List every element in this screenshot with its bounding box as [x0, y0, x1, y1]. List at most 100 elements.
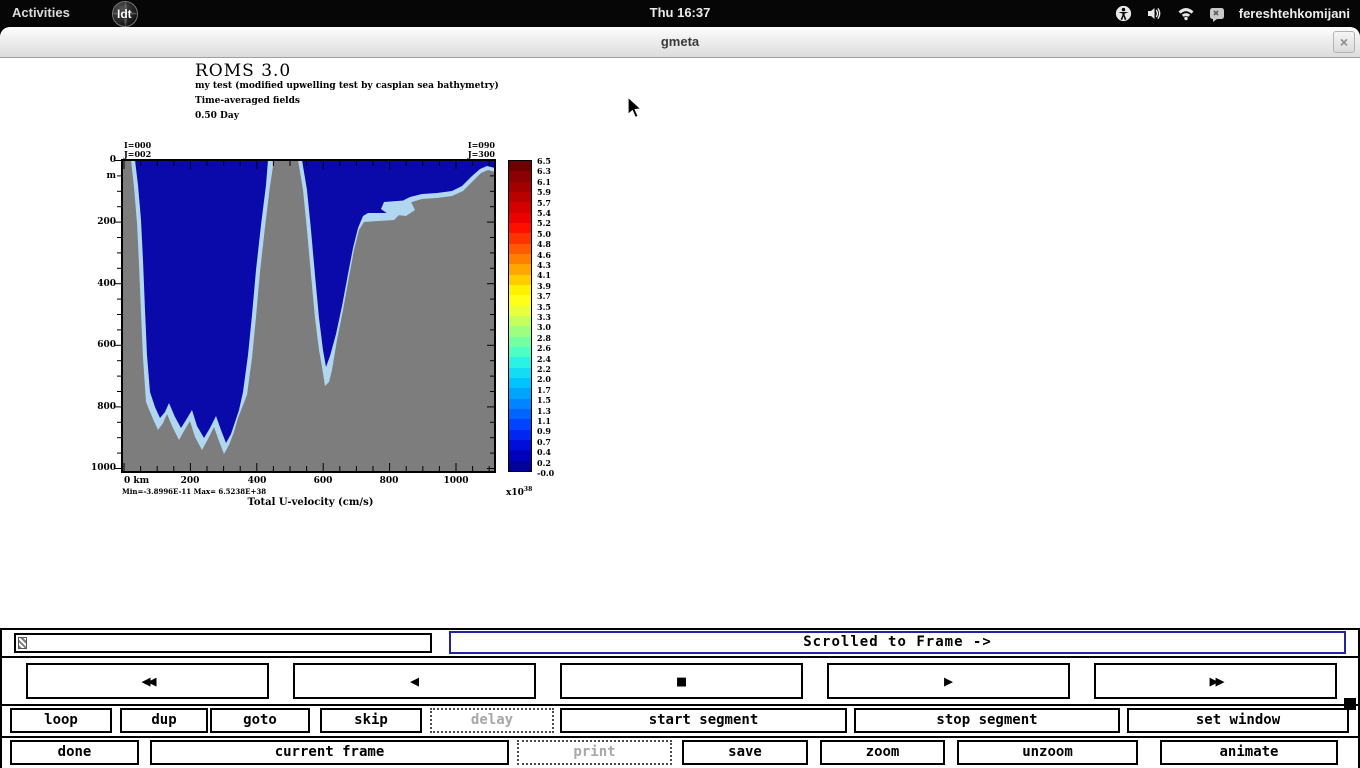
wifi-icon[interactable] [1177, 6, 1195, 21]
y-axis-tick-label: 800 [84, 402, 116, 412]
set-window-button[interactable]: set window [1127, 708, 1349, 733]
step-forward-button[interactable]: ▶ [827, 663, 1070, 699]
colorbar-tick-label: 6.5 [537, 156, 551, 166]
loop-button[interactable]: loop [10, 708, 112, 733]
colorbar-cell [509, 244, 531, 254]
frame-scrollbar[interactable] [14, 633, 432, 653]
gmeta-window: gmeta × ROMS 3.0 my test (modified upwel… [0, 27, 1360, 768]
done-button[interactable]: done [10, 740, 139, 765]
rewind-button[interactable]: ◀◀ [26, 663, 269, 699]
volume-icon[interactable] [1146, 5, 1163, 22]
colorbar-tick-label: 2.8 [537, 333, 551, 343]
colorbar-cell [509, 295, 531, 305]
zoom-button[interactable]: zoom [820, 740, 945, 765]
y-axis-tick-label: 600 [84, 340, 116, 350]
colorbar-tick-label: 4.6 [537, 250, 551, 260]
print-button: print [517, 740, 672, 765]
colorbar-tick-label: 2.2 [537, 364, 551, 374]
plot-fields-line: Time-averaged fields [195, 96, 300, 106]
colorbar-cell [509, 161, 531, 171]
colorbar-cell [509, 419, 531, 429]
current-frame-button[interactable]: current frame [150, 740, 509, 765]
colorbar-tick-label: 0.2 [537, 458, 551, 468]
colorbar-cell [509, 368, 531, 378]
colorbar-cell [509, 388, 531, 398]
colorbar-cell [509, 285, 531, 295]
x-axis-tick-label: 1000 [436, 476, 476, 486]
colorbar-cell [509, 223, 531, 233]
delay-button: delay [430, 708, 554, 733]
stop-button[interactable]: ■ [560, 663, 803, 699]
y-axis-tick-label: 400 [84, 279, 116, 289]
corner-label-top-left: I=000 J=002 [124, 141, 151, 159]
username[interactable]: fereshtehkomijani [1239, 6, 1350, 21]
colorbar-cell [509, 409, 531, 419]
colorbar-tick-label: 5.0 [537, 229, 551, 239]
colorbar-cell [509, 275, 531, 285]
colorbar-tick-label: 3.5 [537, 302, 551, 312]
status-row: Scrolled to Frame -> [2, 630, 1358, 656]
fast-forward-icon: ▶▶ [1209, 672, 1221, 690]
chat-icon[interactable] [1209, 6, 1225, 22]
colorbar-tick-label: 0.9 [537, 426, 551, 436]
y-axis-tick-label: 200 [84, 217, 116, 227]
scrollbar-thumb[interactable] [18, 637, 27, 649]
colorbar-tick-label: 6.3 [537, 166, 551, 176]
colorbar [508, 160, 532, 472]
save-button[interactable]: save [682, 740, 808, 765]
colorbar-cell [509, 461, 531, 471]
dup-button[interactable]: dup [120, 708, 208, 733]
colorbar-tick-label: -0.0 [537, 468, 554, 478]
fast-forward-button[interactable]: ▶▶ [1094, 663, 1337, 699]
colorbar-tick-label: 3.3 [537, 312, 551, 322]
window-titlebar[interactable]: gmeta × [0, 27, 1360, 58]
stop-icon: ■ [677, 672, 686, 690]
x-axis-tick-label: 800 [369, 476, 409, 486]
colorbar-cell [509, 337, 531, 347]
colorbar-tick-label: 4.8 [537, 239, 551, 249]
accessibility-icon[interactable] [1115, 5, 1132, 22]
step-back-button[interactable]: ◀ [293, 663, 536, 699]
colorbar-cell [509, 202, 531, 212]
colorbar-cell [509, 316, 531, 326]
status-message: Scrolled to Frame -> [449, 631, 1346, 654]
colorbar-tick-label: 1.5 [537, 395, 551, 405]
segment-controls-row: loopdupgoto skip delaystart segment stop se… [2, 706, 1358, 736]
resize-grip[interactable] [1344, 698, 1356, 710]
unzoom-button[interactable]: unzoom [957, 740, 1138, 765]
step-forward-icon: ▶ [944, 672, 953, 690]
colorbar-cell [509, 440, 531, 450]
colorbar-cell [509, 430, 531, 440]
start-segment-button[interactable]: start segment [560, 708, 847, 733]
window-title: gmeta [0, 34, 1360, 49]
colorbar-cell [509, 326, 531, 336]
colorbar-tick-label: 3.9 [537, 281, 551, 291]
skip-button[interactable]: skip [320, 708, 422, 733]
step-back-icon: ◀ [410, 672, 419, 690]
colorbar-cell [509, 378, 531, 388]
colorbar-tick-label: 1.1 [537, 416, 551, 426]
gnome-top-bar: Activities Idt Thu 16:37 [0, 0, 1360, 27]
colorbar-exponent: x1038 [506, 486, 532, 498]
plot-canvas: ROMS 3.0 my test (modified upwelling tes… [0, 58, 1360, 628]
stop-segment-button[interactable]: stop segment [854, 708, 1120, 733]
system-tray: fereshtehkomijani [1115, 0, 1350, 27]
colorbar-cell [509, 450, 531, 460]
colorbar-cell [509, 399, 531, 409]
colorbar-cell [509, 347, 531, 357]
colorbar-tick-label: 4.3 [537, 260, 551, 270]
colorbar-tick-label: 3.7 [537, 291, 551, 301]
x-axis-tick-label: 0 km [124, 476, 149, 486]
colorbar-tick-label: 1.7 [537, 385, 551, 395]
idt-control-panel: Scrolled to Frame -> ◀◀◀■▶▶▶ loopdupgoto… [0, 628, 1360, 768]
colorbar-cell [509, 264, 531, 274]
colorbar-tick-label: 5.7 [537, 198, 551, 208]
animate-button[interactable]: animate [1160, 740, 1338, 765]
x-axis-tick-label: 200 [170, 476, 210, 486]
close-button[interactable]: × [1333, 31, 1355, 53]
colorbar-cell [509, 171, 531, 181]
action-controls-row: done current frame print save zoom unzoom anim… [2, 738, 1358, 768]
x-axis-tick-label: 400 [237, 476, 277, 486]
corner-label-top-right: I=090 J=300 [430, 141, 495, 159]
goto-button[interactable]: goto [210, 708, 310, 733]
